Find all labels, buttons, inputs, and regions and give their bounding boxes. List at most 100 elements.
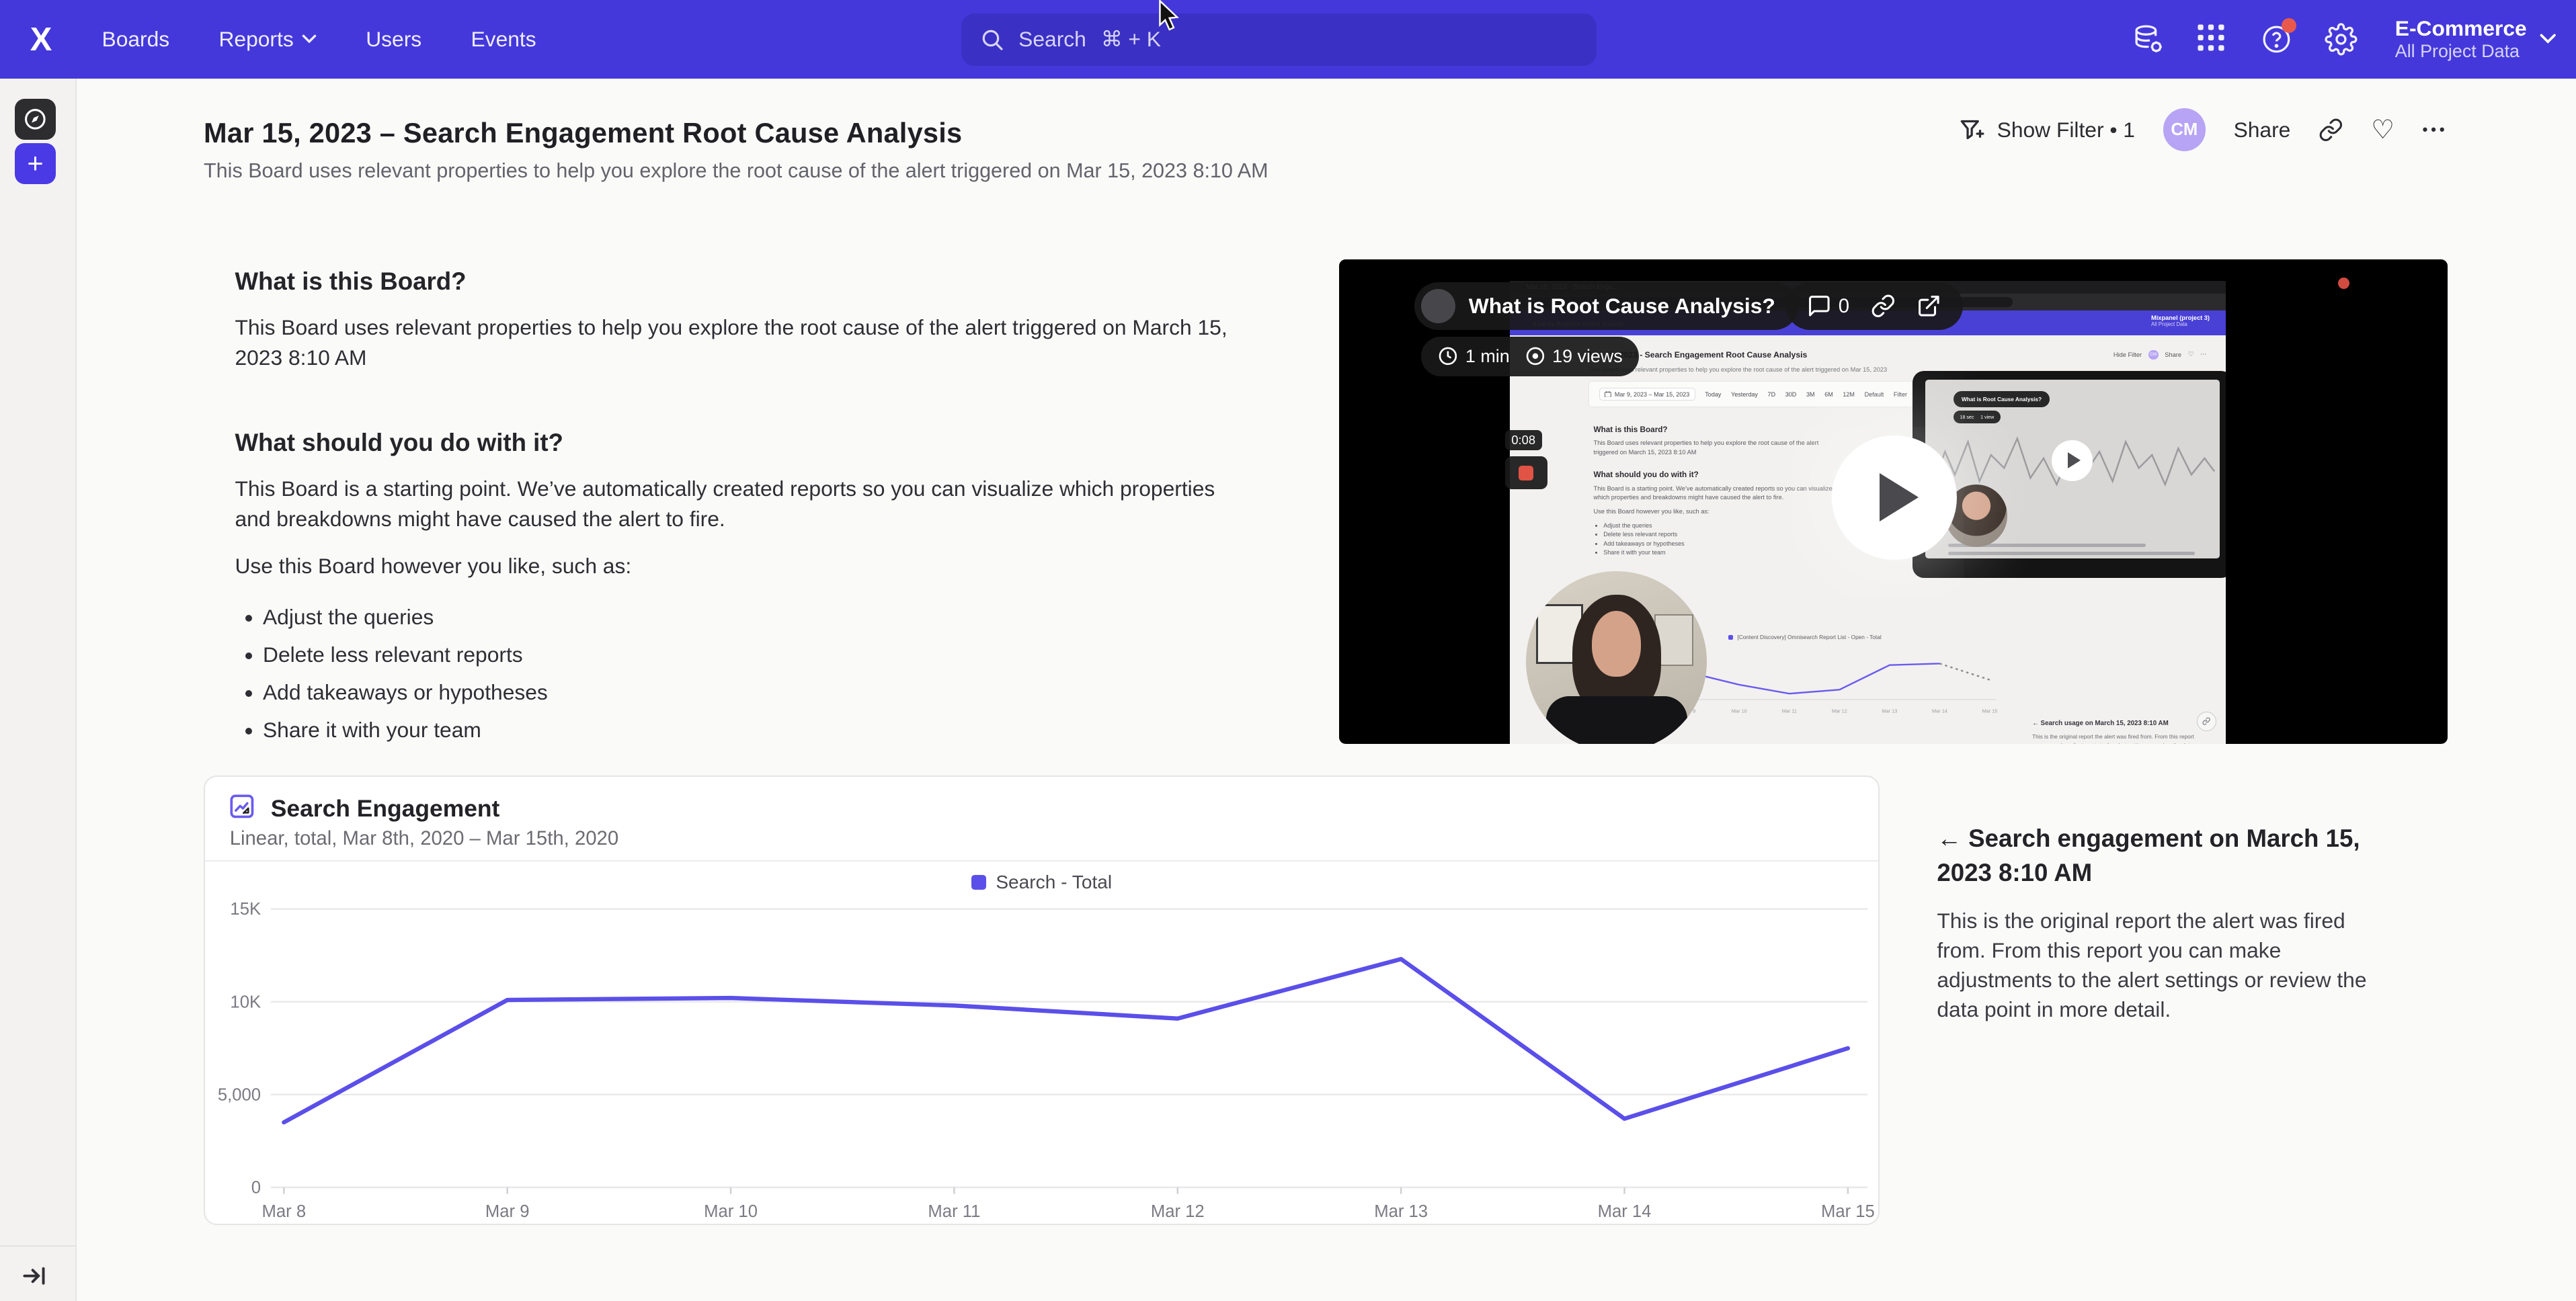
chevron-down-icon (2540, 34, 2556, 45)
svg-text:Mar 8: Mar 8 (262, 1202, 307, 1220)
discover-board-button[interactable] (15, 99, 56, 140)
svg-text:Mar 14: Mar 14 (1932, 708, 1947, 714)
svg-text:Mar 10: Mar 10 (704, 1202, 758, 1220)
clock-icon (1437, 345, 1459, 367)
heart-icon: ♡ (2371, 115, 2394, 145)
rail-divider (0, 1245, 75, 1247)
presenter-webcam-circle (1526, 571, 1707, 744)
video-comments-button[interactable]: 0 (1807, 294, 1849, 319)
video-title-pill: What is Root Cause Analysis? (1414, 282, 1798, 330)
top-nav: X Boards Reports Users Events Search ⌘ +… (0, 0, 2576, 79)
video-stats-pill: 1 min 19 views (1421, 337, 1639, 376)
mini-nested-video-card: What is Root Cause Analysis? 18 sec1 vie… (1913, 371, 2226, 578)
intro-para-2: This Board is a starting point. We’ve au… (235, 474, 1240, 534)
plus-icon: + (27, 147, 43, 179)
video-author-avatar (1421, 289, 1455, 323)
list-item: Add takeaways or hypotheses (263, 678, 1240, 708)
svg-text:Mar 11: Mar 11 (1781, 708, 1796, 714)
link-icon (2319, 118, 2343, 142)
search-shortcut: ⌘ + K (1101, 27, 1161, 52)
nav-item-boards[interactable]: Boards (102, 27, 170, 52)
mixpanel-logo-icon[interactable]: X (22, 19, 61, 59)
video-view-count: 19 views (1552, 346, 1623, 367)
nav-item-reports[interactable]: Reports (218, 27, 316, 52)
project-scope: All Project Data (2395, 41, 2527, 62)
search-placeholder: Search (1018, 27, 1086, 52)
nav-item-reports-label: Reports (218, 27, 293, 52)
line-chart[interactable]: 05,00010K15KMar 8Mar 9Mar 10Mar 11Mar 12… (205, 862, 1878, 1224)
line-chart-icon (230, 794, 258, 823)
show-filter-label: Show Filter • 1 (1997, 118, 2135, 142)
help-notification-badge (2282, 18, 2296, 33)
record-stop-button[interactable] (1505, 456, 1548, 489)
video-title: What is Root Cause Analysis? (1469, 294, 1775, 319)
report-title: Search Engagement (271, 795, 500, 823)
add-board-button[interactable]: + (15, 143, 56, 184)
intro-bullet-list: Adjust the queries Delete less relevant … (235, 603, 1240, 746)
intro-para-1: This Board uses relevant properties to h… (235, 312, 1240, 373)
nav-item-users[interactable]: Users (366, 27, 421, 52)
board-title: Mar 15, 2023 – Search Engagement Root Ca… (204, 117, 962, 149)
compass-icon (23, 107, 48, 132)
record-icon (1519, 466, 1533, 480)
list-item: Adjust the queries (263, 603, 1240, 632)
svg-text:Mar 14: Mar 14 (1598, 1202, 1652, 1220)
expand-sidebar-button[interactable] (23, 1266, 46, 1286)
filter-plus-icon (1959, 117, 1985, 143)
video-open-external-button[interactable] (1917, 294, 1941, 319)
link-icon (1871, 294, 1896, 319)
annotation-heading: ← Search engagement on March 15, 2023 8:… (1937, 821, 2384, 890)
intro-section: What is this Board? This Board uses rele… (235, 267, 1240, 753)
video-comment-count: 0 (1839, 295, 1849, 318)
svg-text:Mar 10: Mar 10 (1731, 708, 1746, 714)
nav-right-cluster: E-Commerce All Project Data (2132, 0, 2557, 79)
play-icon (1880, 473, 1919, 521)
svg-text:Mar 9: Mar 9 (485, 1202, 530, 1220)
comment-icon (1807, 294, 1832, 319)
project-switcher[interactable]: E-Commerce All Project Data (2395, 16, 2557, 62)
ellipsis-icon: ••• (2423, 121, 2448, 138)
nav-item-events[interactable]: Events (471, 27, 536, 52)
apps-grid-icon[interactable] (2196, 23, 2229, 56)
svg-text:Mar 11: Mar 11 (928, 1202, 980, 1220)
intro-heading-1: What is this Board? (235, 267, 1240, 296)
video-duration: 1 min (1465, 346, 1510, 367)
more-menu-button[interactable]: ••• (2423, 121, 2448, 138)
avatar[interactable]: CM (2163, 108, 2206, 151)
left-rail: + (0, 79, 77, 1300)
intro-para-3: Use this Board however you like, such as… (235, 551, 1240, 581)
svg-text:10K: 10K (230, 993, 261, 1011)
video-play-button[interactable] (1832, 435, 1957, 560)
project-name: E-Commerce (2395, 16, 2527, 41)
svg-text:Mar 13: Mar 13 (1882, 708, 1897, 714)
share-button[interactable]: Share (2234, 118, 2291, 142)
svg-text:Mar 15: Mar 15 (1982, 708, 1997, 714)
svg-text:Mar 15: Mar 15 (1821, 1202, 1875, 1220)
data-management-icon[interactable] (2132, 23, 2165, 56)
svg-text:5,000: 5,000 (218, 1085, 261, 1104)
search-icon (981, 28, 1004, 51)
report-subtitle: Linear, total, Mar 8th, 2020 – Mar 15th,… (230, 827, 618, 850)
report-card-search-engagement[interactable]: Search Engagement Linear, total, Mar 8th… (204, 775, 1880, 1226)
svg-text:Mar 12: Mar 12 (1832, 708, 1847, 714)
show-filter-button[interactable]: Show Filter • 1 (1959, 117, 2135, 143)
annotation-body: This is the original report the alert wa… (1937, 907, 2384, 1025)
copy-link-button[interactable] (2319, 118, 2343, 142)
favorite-button[interactable]: ♡ (2371, 115, 2394, 145)
chart-annotation: ← Search engagement on March 15, 2023 8:… (1937, 821, 2384, 1025)
intro-heading-2: What should you do with it? (235, 429, 1240, 457)
video-copy-link-button[interactable] (1871, 294, 1896, 319)
external-link-icon (1917, 294, 1941, 319)
chevron-down-icon (302, 34, 317, 44)
search-input[interactable]: Search ⌘ + K (961, 13, 1597, 66)
recording-timer: 0:08 (1505, 430, 1542, 450)
help-icon[interactable] (2260, 23, 2293, 56)
explainer-video-player[interactable]: Mar 15, 2023 - Search Enga... Boards Rep… (1339, 259, 2448, 744)
expand-right-icon (23, 1266, 46, 1286)
settings-icon[interactable] (2325, 23, 2358, 56)
mini-report-chart: [Content Discovery] Omnisearch Report Li… (1683, 634, 2003, 739)
board-subtitle: This Board uses relevant properties to h… (204, 159, 1268, 183)
list-item: Share it with your team (263, 716, 1240, 745)
svg-text:15K: 15K (230, 900, 261, 919)
svg-text:Mar 12: Mar 12 (1151, 1202, 1205, 1220)
